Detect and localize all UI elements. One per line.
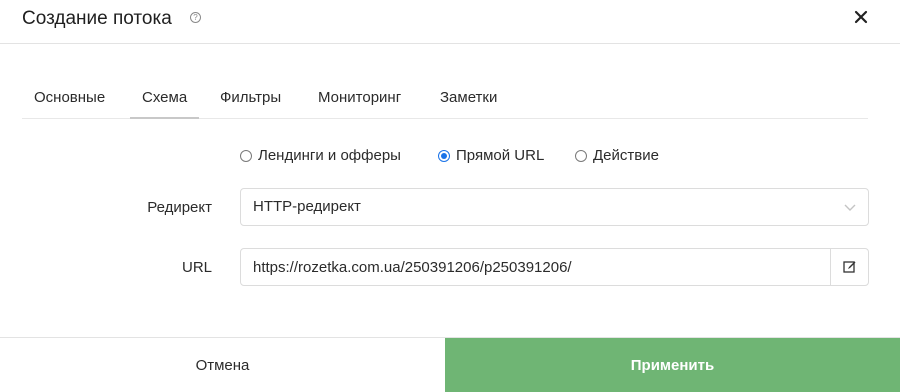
radio-circle-icon[interactable] [240,150,252,162]
tab-scheme[interactable]: Схема [130,82,200,119]
chevron-down-icon [844,204,856,211]
url-input[interactable] [241,249,831,285]
create-flow-dialog: Создание потока ? Основные Схема Фильтры… [0,0,900,392]
radio-circle-checked-icon[interactable] [438,150,450,162]
tab-basic[interactable]: Основные [22,82,117,119]
question-circle-icon[interactable]: ? [190,12,201,23]
tab-bar: Основные Схема Фильтры Мониторинг Заметк… [22,82,868,119]
close-icon[interactable] [853,9,869,25]
dialog-header: Создание потока ? [0,0,900,44]
radio-circle-icon[interactable] [575,150,587,162]
url-label: URL [181,259,212,276]
radio-label: Прямой URL [456,147,545,164]
redirect-label: Редирект [147,199,212,216]
url-field [240,248,869,286]
radio-label: Действие [593,147,659,164]
edit-url-button[interactable] [830,249,868,285]
tab-monitoring[interactable]: Мониторинг [306,82,413,119]
radio-label: Лендинги и офферы [258,147,401,164]
cancel-button[interactable]: Отмена [0,338,445,392]
tab-filters[interactable]: Фильтры [208,82,293,119]
dialog-title: Создание потока [22,8,172,29]
redirect-select-value: HTTP-редирект [253,198,361,215]
redirect-select[interactable]: HTTP-редирект [240,188,869,226]
apply-button[interactable]: Применить [445,338,900,392]
tab-notes[interactable]: Заметки [428,82,509,119]
edit-icon [843,261,856,273]
dialog-footer: Отмена Применить [0,337,900,392]
